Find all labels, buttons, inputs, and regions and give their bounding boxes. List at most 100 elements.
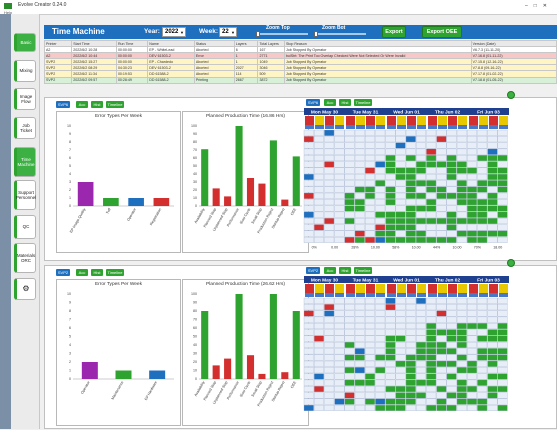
calendar-cell <box>487 199 498 206</box>
calendar-cell <box>314 205 324 212</box>
calendar-cell <box>324 167 335 174</box>
calendar-cell <box>416 310 426 317</box>
y-tick-label: 6 <box>69 326 71 330</box>
printer-tag[interactable]: SVP2 <box>306 267 320 274</box>
calendar-cell <box>375 199 386 206</box>
calendar-cell <box>395 186 406 193</box>
app-icon <box>4 3 12 9</box>
shift-bar <box>458 293 467 297</box>
zoom-top-label: Zoom Top <box>266 25 290 31</box>
shift-marker <box>325 116 334 125</box>
sidebar-item-mixing[interactable]: Mixing <box>14 60 36 82</box>
calendar-cell <box>344 341 355 348</box>
sidebar-item-job-ticket[interactable]: Job Ticket <box>14 117 36 139</box>
calendar-cell <box>467 329 477 336</box>
hist-button[interactable]: Hist <box>91 269 103 276</box>
calendar-cell <box>477 148 488 155</box>
sidebar-item-basic[interactable]: Basic <box>14 33 36 52</box>
calendar-cell <box>446 230 457 237</box>
slider-handle[interactable] <box>256 31 260 37</box>
calendar-cell <box>467 354 477 361</box>
timeline-button[interactable]: Timeline <box>354 99 372 106</box>
calendar-cell <box>487 224 498 231</box>
export-oee-button[interactable]: Export OEE <box>422 26 462 38</box>
bar <box>292 311 300 379</box>
shift-marker <box>499 284 508 293</box>
calendar-cell <box>426 329 437 336</box>
calendar-cell <box>497 304 508 311</box>
zoom-bot-slider[interactable] <box>314 31 366 37</box>
export-button[interactable]: Export <box>382 26 406 38</box>
calendar-cell <box>467 205 477 212</box>
calendar-cell <box>395 199 406 206</box>
calendar-cell <box>497 186 508 193</box>
table-row[interactable]: SVP2 2022/6/2 09:57 00:28:49 DD 61588-2 Prin… <box>43 76 557 84</box>
slider-handle[interactable] <box>314 31 318 37</box>
calendar-cell <box>365 211 375 218</box>
calendar-cell <box>303 348 314 355</box>
week-value: 22 <box>222 29 229 35</box>
calendar-cell <box>487 373 498 380</box>
bar <box>258 373 266 379</box>
sidebar-item-image-flow[interactable]: Image Flow <box>14 88 36 110</box>
calendar-cell <box>303 167 314 174</box>
production-chart-panel: Planned Production Time (16.86 Hrs) 0 10 2… <box>182 111 309 253</box>
calendar-cell <box>375 155 386 162</box>
calendar-cell <box>385 211 396 218</box>
printer-tag[interactable]: SVP2 <box>56 269 70 276</box>
hist-button[interactable]: Hist <box>339 267 351 274</box>
calendar-cell <box>477 329 488 336</box>
calendar-cell <box>487 230 498 237</box>
calendar-cell <box>477 205 488 212</box>
calendar-cell <box>477 367 488 374</box>
acc-button[interactable]: Acc <box>324 267 336 274</box>
calendar-cell <box>324 224 335 231</box>
calendar-cell <box>324 386 335 393</box>
calendar-cell <box>416 218 426 225</box>
calendar-cell <box>405 297 416 304</box>
sidebar-item-qc[interactable]: QC <box>14 215 36 239</box>
printer-tag[interactable]: SVP6 <box>56 101 70 108</box>
calendar-cell <box>405 186 416 193</box>
zoom-top-slider[interactable] <box>256 31 308 37</box>
calendar-cell <box>405 230 416 237</box>
year-select[interactable]: 2022 ▼ <box>162 27 186 37</box>
calendar-cell <box>436 224 447 231</box>
y-tick-label: 10 <box>67 124 71 128</box>
window-controls[interactable]: –□✕ <box>525 3 553 9</box>
sidebar-item-time-machine[interactable]: Time Machine <box>14 147 36 177</box>
acc-button[interactable]: Acc <box>76 269 88 276</box>
shift-bar <box>448 125 457 129</box>
calendar-cell <box>303 329 314 336</box>
timeline-button[interactable]: Timeline <box>106 101 124 108</box>
timeline-button[interactable]: Timeline <box>106 269 124 276</box>
calendar-cell <box>405 392 416 399</box>
calendar-cell <box>487 404 498 411</box>
hist-button[interactable]: Hist <box>91 101 103 108</box>
week-select[interactable]: 22 ▼ <box>219 27 237 37</box>
calendar-cell <box>385 348 396 355</box>
printer-tag[interactable]: SVP6 <box>306 99 320 106</box>
calendar-cell <box>436 173 447 180</box>
calendar-cell <box>416 236 426 243</box>
calendar-cell <box>303 224 314 231</box>
summary-label: 10.00 <box>453 245 462 249</box>
calendar-cell <box>426 304 437 311</box>
timeline-button[interactable]: Timeline <box>354 267 372 274</box>
hist-button[interactable]: Hist <box>339 99 351 106</box>
sidebar-item-support-personnel[interactable]: Support Personnel <box>14 180 36 210</box>
shift-marker <box>458 116 467 125</box>
calendar-cell <box>324 199 335 206</box>
calendar-cell <box>426 161 437 168</box>
calendar-cell <box>354 218 365 225</box>
calendar-cell <box>303 199 314 206</box>
calendar-cell <box>497 392 508 399</box>
calendar-cell <box>405 218 416 225</box>
calendar-cell <box>446 341 457 348</box>
sidebar-item-materials-orc[interactable]: Materials ORC <box>14 243 36 273</box>
calendar-cell <box>446 224 457 231</box>
settings-button[interactable]: ⚙ <box>14 278 36 300</box>
acc-button[interactable]: Acc <box>324 99 336 106</box>
acc-button[interactable]: Acc <box>76 101 88 108</box>
x-tick-label: Small Stop <box>251 381 263 398</box>
